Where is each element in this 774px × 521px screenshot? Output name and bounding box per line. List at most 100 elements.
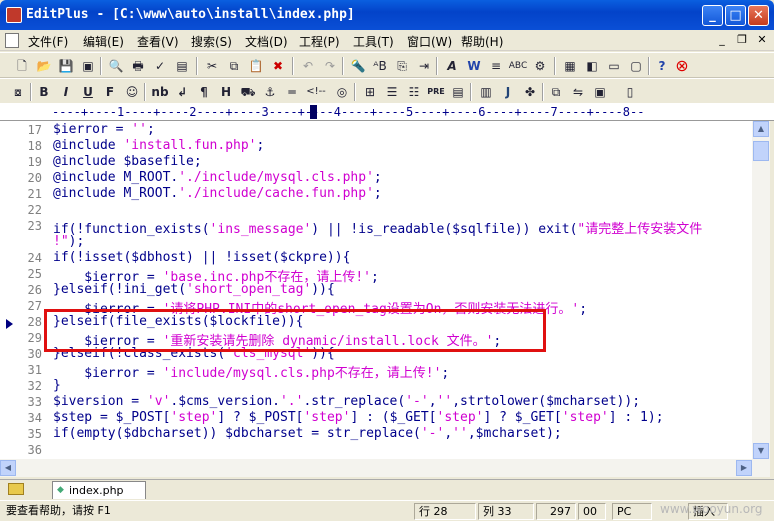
anchor-button[interactable]: ⚓ [260, 82, 280, 102]
menu-project[interactable]: 工程(P) [299, 33, 340, 50]
close-button[interactable]: ✕ [748, 5, 769, 26]
word-wrap-icon[interactable]: W [464, 56, 484, 76]
code-line[interactable]: } [53, 378, 61, 393]
code-line[interactable]: @include M_ROOT.'./include/mysql.cls.php… [53, 170, 382, 185]
code-line[interactable]: $ierror = ''; [53, 122, 155, 137]
spellcheck-icon[interactable]: ✓ [150, 56, 170, 76]
frame-icon[interactable]: ⧉ [546, 82, 566, 102]
horizontal-scrollbar[interactable]: ◀ ▶ [0, 459, 770, 477]
ftp-icon[interactable]: ▤ [172, 56, 192, 76]
color-picker-icon[interactable]: ☺ [122, 82, 142, 102]
line-number-icon[interactable]: ≡ [486, 56, 506, 76]
scroll-down-icon[interactable]: ▼ [753, 443, 769, 459]
font-icon[interactable]: A [442, 56, 462, 76]
code-line[interactable]: if(!function_exists('ins_message') || !i… [53, 218, 702, 237]
help-icon[interactable]: ? [652, 56, 672, 76]
code-line[interactable]: }elseif(!ini_get('short_open_tag')){ [53, 282, 335, 297]
menu-tools[interactable]: 工具(T) [353, 33, 394, 50]
image-icon[interactable]: ⛟ [238, 82, 258, 102]
scroll-right-icon[interactable]: ▶ [736, 460, 752, 476]
align-center-icon[interactable]: ☰ [382, 82, 402, 102]
redo-icon[interactable]: ↷ [320, 56, 340, 76]
menu-view[interactable]: 查看(V) [137, 33, 179, 50]
goto-line-icon[interactable]: ⇥ [414, 56, 434, 76]
find-icon[interactable]: 🔦 [348, 56, 368, 76]
pre-button[interactable]: PRE [426, 82, 446, 102]
menu-search[interactable]: 搜索(S) [191, 33, 232, 50]
code-line[interactable]: !"); [53, 234, 84, 249]
print-icon[interactable]: 🖶 [128, 56, 148, 76]
menu-window[interactable]: 窗口(W) [407, 33, 452, 50]
undo-icon[interactable]: ↶ [298, 56, 318, 76]
line-break-button[interactable]: ↲ [172, 82, 192, 102]
open-folder-icon[interactable]: 📂 [34, 56, 54, 76]
menu-file[interactable]: 文件(F) [28, 33, 68, 50]
settings-icon[interactable]: ⚙ [530, 56, 550, 76]
new-file-icon[interactable]: 🗋 [12, 56, 32, 76]
code-line[interactable]: @include 'install.fun.php'; [53, 138, 264, 153]
preview-icon[interactable]: ⇋ [568, 82, 588, 102]
document-icon[interactable] [5, 33, 19, 48]
minimize-button[interactable]: _ [702, 5, 723, 26]
menu-document[interactable]: 文档(D) [245, 33, 288, 50]
copy-icon[interactable]: ⧉ [224, 56, 244, 76]
output-window-icon[interactable]: ▭ [604, 56, 624, 76]
mdi-close-button[interactable]: ✕ [754, 32, 770, 48]
browser-view-icon[interactable]: ⧇ [8, 82, 28, 102]
vertical-scrollbar[interactable]: ▲ ▼ [752, 121, 770, 459]
style-icon[interactable]: ✤ [520, 82, 540, 102]
save-all-icon[interactable]: ▣ [78, 56, 98, 76]
mdi-minimize-button[interactable]: _ [714, 32, 730, 48]
replace-icon[interactable]: ᴬB [370, 56, 390, 76]
cliptext-icon[interactable]: ▦ [560, 56, 580, 76]
underline-button[interactable]: U [78, 82, 98, 102]
javascript-button[interactable]: J [498, 82, 518, 102]
list-icon[interactable]: ☷ [404, 82, 424, 102]
directory-icon[interactable]: ◧ [582, 56, 602, 76]
folder-icon[interactable] [8, 483, 24, 495]
print-preview-icon[interactable]: 🔍 [106, 56, 126, 76]
tab-index-php[interactable]: ◆ index.php [52, 481, 146, 499]
title-bar[interactable]: EditPlus - [C:\www\auto\install\index.ph… [0, 0, 774, 30]
delete-icon[interactable]: ✖ [268, 56, 288, 76]
save-icon[interactable]: 💾 [56, 56, 76, 76]
menu-edit[interactable]: 编辑(E) [83, 33, 124, 50]
editplus-app-icon[interactable] [6, 7, 22, 23]
maximize-button[interactable]: □ [725, 5, 746, 26]
scrollbar-thumb[interactable] [753, 141, 769, 161]
paragraph-button[interactable]: ¶ [194, 82, 214, 102]
script-icon[interactable]: ▥ [476, 82, 496, 102]
comment-button[interactable]: <!-- [306, 82, 326, 102]
cut-icon[interactable]: ✂ [202, 56, 222, 76]
heading-button[interactable]: H [216, 82, 236, 102]
code-line[interactable]: @include $basefile; [53, 154, 202, 169]
form-icon[interactable]: ▤ [448, 82, 468, 102]
stop-icon[interactable]: ⊗ [672, 56, 692, 76]
code-line[interactable]: if(!isset($dbhost) || !isset($ckpre)){ [53, 250, 350, 265]
code-line[interactable]: @include M_ROOT.'./include/cache.fun.php… [53, 186, 382, 201]
layout-icon[interactable]: ▯ [620, 82, 640, 102]
paste-icon[interactable]: 📋 [246, 56, 266, 76]
code-line[interactable]: if(empty($dbcharset)) $dbcharset = str_r… [53, 426, 562, 441]
bold-button[interactable]: B [34, 82, 54, 102]
horizontal-rule-button[interactable]: ═ [282, 82, 302, 102]
mdi-restore-button[interactable]: ❐ [734, 32, 750, 48]
code-token: $iversion = [53, 394, 147, 409]
window-icon[interactable]: ▣ [590, 82, 610, 102]
scroll-left-icon[interactable]: ◀ [0, 460, 16, 476]
ruler-icon[interactable]: ABC [508, 56, 528, 76]
scroll-up-icon[interactable]: ▲ [753, 121, 769, 137]
menu-help[interactable]: 帮助(H) [461, 33, 503, 50]
find-in-files-icon[interactable]: ⎘ [392, 56, 412, 76]
nbsp-button[interactable]: nb [150, 82, 170, 102]
line-number: 26 [27, 283, 42, 297]
target-icon[interactable]: ◎ [332, 82, 352, 102]
tools-window-icon[interactable]: ▢ [626, 56, 646, 76]
code-editor[interactable]: 17 18 19 20 21 22 23 24 25 26 27 28 29 30 31 32 33 34 35 36… [0, 121, 752, 459]
code-line[interactable]: $ierror = 'include/mysql.cls.php不存在，请上传!… [53, 362, 449, 381]
code-line[interactable]: $step = $_POST['step'] ? $_POST['step'] … [53, 410, 664, 425]
code-line[interactable]: $iversion = 'v'.$cms_version.'.'.str_rep… [53, 394, 640, 409]
italic-button[interactable]: I [56, 82, 76, 102]
table-icon[interactable]: ⊞ [360, 82, 380, 102]
font-tag-button[interactable]: F [100, 82, 120, 102]
